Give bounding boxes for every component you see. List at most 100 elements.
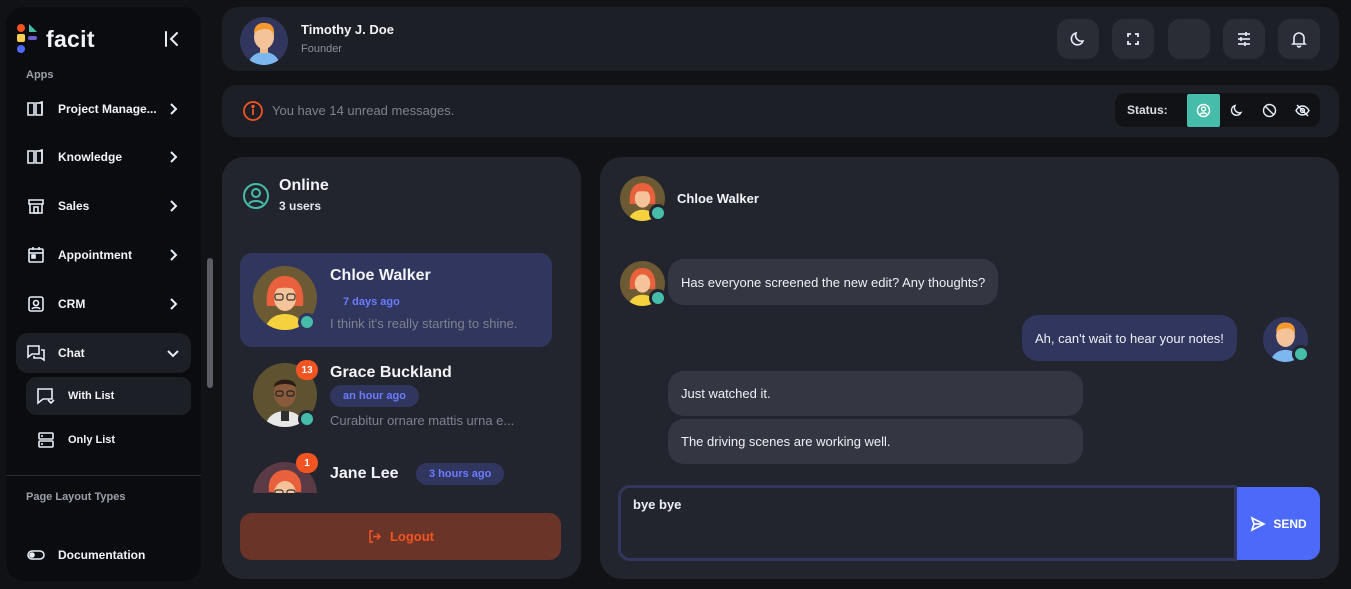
status-away-button[interactable] xyxy=(1220,94,1253,127)
top-header: Timothy J. Doe Founder xyxy=(222,7,1339,71)
sidebar-item-label: Sales xyxy=(58,199,90,213)
online-status-dot xyxy=(1292,345,1310,363)
unread-alert-bar: You have 14 unread messages. Status: xyxy=(222,85,1339,137)
chevron-right-icon xyxy=(170,298,178,310)
status-invisible-button[interactable] xyxy=(1286,94,1319,127)
contact-item-chloe-walker[interactable]: Chloe Walker 7 days ago I think it's rea… xyxy=(240,253,552,347)
online-title: Online xyxy=(279,177,329,194)
user-name: Timothy J. Doe xyxy=(301,22,394,37)
contact-item-jane-lee[interactable]: 1 Jane Lee 3 hours ago xyxy=(240,449,552,493)
sidebar-item-knowledge[interactable]: Knowledge xyxy=(16,137,191,177)
apps-section-label: Apps xyxy=(26,69,54,81)
chat-list-icon xyxy=(37,388,55,405)
moon-icon xyxy=(1230,104,1243,116)
contact-name: Grace Buckland xyxy=(330,364,452,381)
do-not-disturb-icon xyxy=(1262,103,1277,118)
status-busy-button[interactable] xyxy=(1253,94,1286,127)
logout-button[interactable]: Logout xyxy=(240,513,561,560)
online-status-dot xyxy=(298,313,316,331)
contact-time-badge: 3 hours ago xyxy=(416,463,505,485)
unread-count-badge: 1 xyxy=(296,453,318,473)
facit-logo-icon xyxy=(17,24,37,53)
sidebar-item-project-management[interactable]: Project Manage... xyxy=(16,89,191,129)
list-icon xyxy=(38,432,54,448)
fullscreen-button[interactable] xyxy=(1112,19,1154,59)
chat-panel: Chloe Walker Has everyone screened the n… xyxy=(600,157,1339,579)
send-icon xyxy=(1250,515,1267,532)
sidebar-item-documentation[interactable]: Documentation xyxy=(16,535,191,575)
message-bubble-incoming: Just watched it. xyxy=(668,371,1083,416)
online-status-dot xyxy=(649,289,667,307)
contact-last-message: Curabitur ornare mattis urna e... xyxy=(330,413,515,428)
sidebar-scrollbar[interactable] xyxy=(207,258,213,388)
message-bubble-incoming: The driving scenes are working well. xyxy=(668,419,1083,464)
store-icon xyxy=(28,199,44,214)
chat-bubbles-icon xyxy=(27,345,45,362)
sidebar-subitem-only-list[interactable]: Only List xyxy=(26,421,191,459)
fullscreen-icon xyxy=(1127,33,1139,45)
sidebar-item-chat[interactable]: Chat xyxy=(16,333,191,373)
chat-partner-name: Chloe Walker xyxy=(677,191,759,206)
notifications-button[interactable] xyxy=(1278,19,1320,59)
contact-name: Jane Lee xyxy=(330,465,399,482)
page-layout-section-label: Page Layout Types xyxy=(26,491,126,503)
message-bubble-incoming: Has everyone screened the new edit? Any … xyxy=(668,259,999,305)
send-button[interactable]: SEND xyxy=(1237,487,1320,560)
moon-icon xyxy=(1070,31,1085,46)
sidebar-item-appointment[interactable]: Appointment xyxy=(16,235,191,275)
contact-time-badge: an hour ago xyxy=(330,385,419,407)
user-circle-icon xyxy=(243,183,269,209)
chevron-right-icon xyxy=(170,151,178,163)
unread-count-badge: 13 xyxy=(296,360,318,380)
chevron-right-icon xyxy=(170,249,178,261)
chevron-right-icon xyxy=(170,103,178,115)
message-input-wrapper: bye bye xyxy=(618,485,1237,561)
sidebar-item-label: CRM xyxy=(58,297,86,311)
sidebar-item-sales[interactable]: Sales xyxy=(16,186,191,226)
online-status-dot xyxy=(649,204,667,222)
chevron-down-icon xyxy=(167,350,179,358)
status-online-button[interactable] xyxy=(1187,94,1220,127)
settings-button[interactable] xyxy=(1223,19,1265,59)
toggle-icon xyxy=(27,550,45,560)
sidebar: facit Apps Project Manage... Knowledge S… xyxy=(6,7,201,581)
logout-icon xyxy=(369,530,382,543)
sidebar-subitem-label: With List xyxy=(68,390,115,402)
status-label: Status: xyxy=(1127,103,1168,117)
sidebar-divider xyxy=(6,475,201,476)
info-icon xyxy=(243,101,263,121)
unread-messages-text: You have 14 unread messages. xyxy=(272,103,455,118)
sliders-icon xyxy=(1238,32,1250,46)
chevron-right-icon xyxy=(170,200,178,212)
status-selector: Status: xyxy=(1115,93,1320,127)
eye-off-icon xyxy=(1295,104,1310,117)
sidebar-item-label: Chat xyxy=(58,346,85,360)
contact-item-grace-buckland[interactable]: 13 Grace Buckland an hour ago Curabitur … xyxy=(240,350,552,444)
logout-label: Logout xyxy=(389,529,435,544)
contact-name: Chloe Walker xyxy=(330,267,431,284)
user-role: Founder xyxy=(301,43,342,55)
message-bubble-outgoing: Ah, can't wait to hear your notes! xyxy=(1022,315,1237,361)
book-icon xyxy=(27,100,43,116)
online-count: 3 users xyxy=(279,199,322,213)
calendar-icon xyxy=(28,247,44,263)
contact-card-icon xyxy=(28,296,44,312)
sidebar-item-label: Project Manage... xyxy=(58,102,157,116)
brand-name: facit xyxy=(46,25,95,52)
dark-mode-button[interactable] xyxy=(1057,19,1099,59)
collapse-sidebar-icon[interactable] xyxy=(162,29,182,49)
brand[interactable]: facit xyxy=(16,23,95,55)
sidebar-subitem-label: Only List xyxy=(68,434,116,446)
sidebar-subitem-with-list[interactable]: With List xyxy=(26,377,191,415)
contact-list[interactable]: Chloe Walker 7 days ago I think it's rea… xyxy=(240,253,552,493)
message-input[interactable]: bye bye xyxy=(621,488,1234,558)
sidebar-item-crm[interactable]: CRM xyxy=(16,284,191,324)
user-circle-icon xyxy=(1196,103,1211,118)
sidebar-item-label: Documentation xyxy=(58,548,146,562)
online-users-card: Online 3 users Chloe Walker 7 days ago I… xyxy=(222,157,581,579)
user-avatar[interactable] xyxy=(240,17,288,65)
online-status-dot xyxy=(298,410,316,428)
language-button[interactable] xyxy=(1168,19,1210,59)
sidebar-item-label: Knowledge xyxy=(58,150,123,164)
contact-last-message: I think it's really starting to shine. xyxy=(330,316,518,331)
